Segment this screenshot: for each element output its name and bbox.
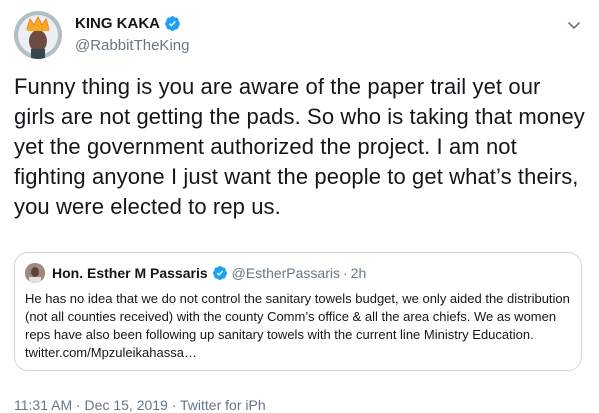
quoted-tweet[interactable]: Hon. Esther M Passaris @EstherPassaris ·… [14, 252, 582, 371]
quoted-tweet-text-block: He has no idea that we do not control th… [25, 290, 575, 362]
author-display-name[interactable]: KING KAKA [75, 15, 160, 32]
author-name-line[interactable]: KING KAKA [75, 15, 181, 32]
verified-badge-icon [165, 16, 180, 31]
chevron-down-icon[interactable] [566, 17, 582, 33]
quoted-tweet-time[interactable]: 2h [351, 265, 367, 281]
tweet-text: Funny thing is you are aware of the pape… [14, 74, 585, 219]
separator-dot: · [342, 265, 348, 281]
quoted-tweet-link[interactable]: twitter.com/Mpzuleikahassa… [25, 345, 197, 360]
author-handle[interactable]: @RabbitTheKing [75, 37, 189, 54]
quoted-tweet-text: He has no idea that we do not control th… [25, 291, 570, 342]
quoted-author-avatar[interactable] [25, 263, 45, 283]
tweet-timestamp[interactable]: 11:31 AM · Dec 15, 2019 · Twitter for iP… [14, 397, 266, 413]
verified-badge-icon [212, 266, 227, 280]
quoted-author-name[interactable]: Hon. Esther M Passaris [52, 265, 208, 281]
quoted-tweet-header: Hon. Esther M Passaris @EstherPassaris ·… [25, 263, 366, 283]
author-avatar[interactable] [14, 11, 62, 59]
quoted-author-handle[interactable]: @EstherPassaris [232, 265, 340, 281]
tweet-card: KING KAKA @RabbitTheKing Funny thing is … [0, 0, 599, 413]
